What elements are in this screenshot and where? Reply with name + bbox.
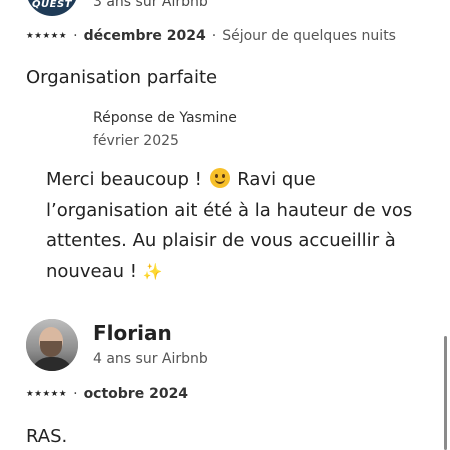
reviewer-avatar[interactable]: QUEST <box>26 0 78 16</box>
reviewer-tenure: 3 ans sur Airbnb <box>93 0 208 10</box>
review-meta: ★★★★★ · décembre 2024 · Séjour de quelqu… <box>26 28 396 44</box>
review-date: octobre 2024 <box>83 386 189 402</box>
separator-dot: · <box>73 386 78 402</box>
separator-dot: · <box>211 28 217 44</box>
review-date: décembre 2024 <box>83 28 206 44</box>
review-text: RAS. <box>26 426 68 447</box>
reply-text-part1: Merci beaucoup ! <box>46 169 208 190</box>
rating-stars: ★★★★★ <box>26 31 68 41</box>
reply-author: Réponse de Yasmine <box>93 110 237 126</box>
separator-dot: · <box>73 28 78 44</box>
review-text: Organisation parfaite <box>26 67 218 88</box>
reviewer-name[interactable]: Florian <box>93 321 172 345</box>
reply-text: Merci beaucoup ! Ravi que l’organisation… <box>46 165 441 287</box>
avatar-logo: QUEST <box>32 0 72 10</box>
sparkles-icon: ✨ <box>142 261 163 281</box>
rating-stars: ★★★★★ <box>26 389 68 399</box>
smiling-face-icon <box>209 168 230 188</box>
reviewer-tenure: 4 ans sur Airbnb <box>93 351 208 367</box>
reply-date: février 2025 <box>93 133 179 149</box>
reviewer-avatar-florian[interactable] <box>26 319 78 371</box>
scrollbar[interactable] <box>444 336 447 450</box>
stay-type: Séjour de quelques nuits <box>222 28 396 44</box>
review-meta: ★★★★★ · octobre 2024 <box>26 386 188 402</box>
